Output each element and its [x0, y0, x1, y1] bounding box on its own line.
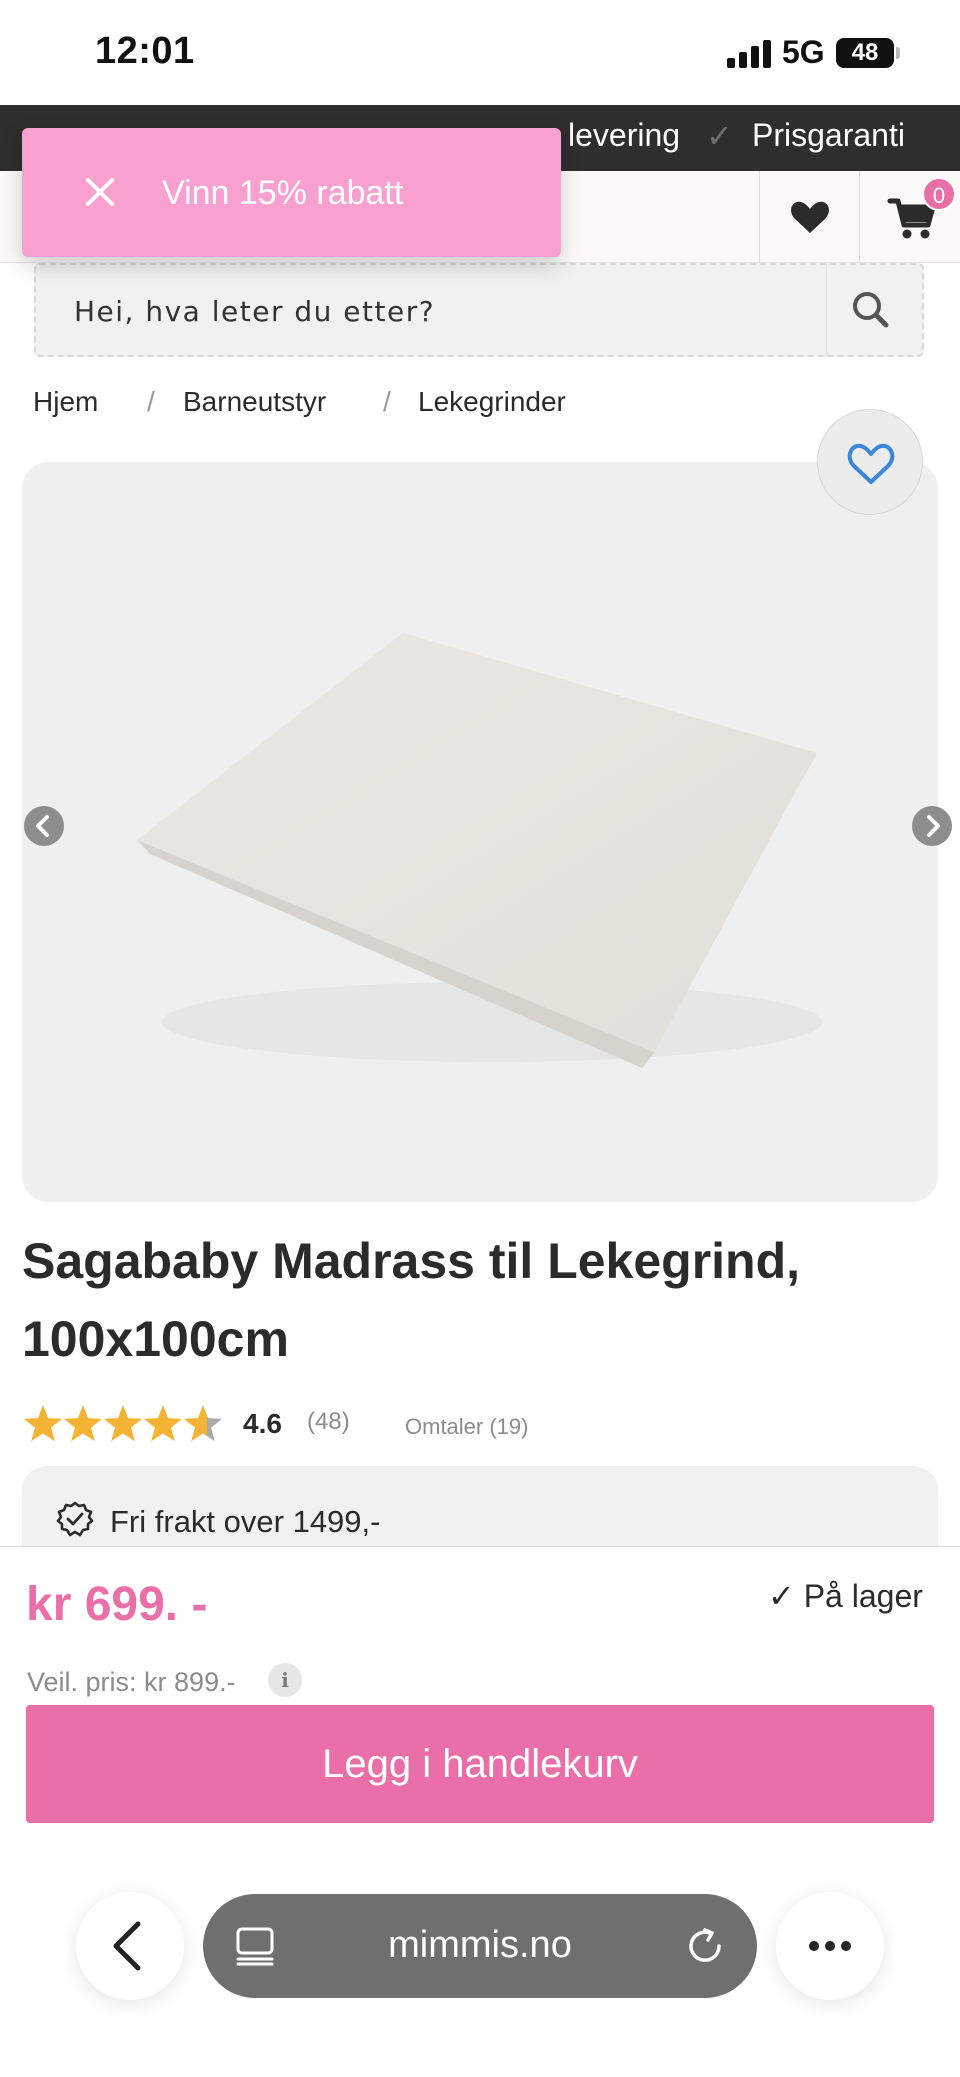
- search-input[interactable]: [74, 289, 834, 333]
- breadcrumb-item-playpens[interactable]: Lekegrinder: [418, 386, 566, 418]
- search-icon: [853, 292, 889, 328]
- next-image-button[interactable]: [912, 806, 952, 846]
- close-icon: [86, 178, 114, 206]
- breadcrumb-item-baby-gear[interactable]: Barneutstyr: [183, 386, 326, 418]
- star-icon: [63, 1405, 103, 1442]
- info-icon[interactable]: i: [268, 1663, 302, 1697]
- check-icon: ✓: [706, 118, 733, 154]
- product-title: Sagababy Madrass til Lekegrind, 100x100c…: [22, 1222, 922, 1378]
- back-icon: [113, 1921, 141, 1971]
- cart-count-badge: 0: [922, 177, 956, 211]
- address-bar[interactable]: mimmis.no: [203, 1894, 757, 1998]
- battery-icon: 48: [836, 38, 894, 68]
- recommended-price: Veil. pris: kr 899.-: [27, 1667, 236, 1697]
- reload-icon[interactable]: [683, 1924, 727, 1968]
- back-button[interactable]: [76, 1892, 184, 2000]
- star-icon: [183, 1405, 223, 1442]
- badge-check-icon: [56, 1501, 94, 1537]
- chevron-left-icon: [36, 815, 49, 837]
- network-label: 5G: [782, 34, 825, 70]
- search-button[interactable]: [848, 287, 894, 333]
- wishlist-button[interactable]: [760, 171, 860, 263]
- url-text[interactable]: mimmis.no: [203, 1924, 757, 1967]
- price: kr 699. -: [26, 1578, 208, 1631]
- battery-nub: [896, 47, 900, 59]
- heart-icon: [791, 201, 829, 233]
- search-bar: [34, 263, 924, 357]
- discount-popup[interactable]: Vinn 15% rabatt: [22, 128, 561, 257]
- more-button[interactable]: [776, 1892, 884, 2000]
- heart-outline-icon: [847, 443, 895, 484]
- chevron-right-icon: [927, 815, 940, 837]
- product-title-line: Sagababy Madrass til Lekegrind,: [22, 1233, 801, 1289]
- usp-item-delivery: levering: [568, 117, 681, 153]
- status-bar: 12:01 5G 48: [0, 0, 960, 105]
- breadcrumb-separator: /: [147, 386, 155, 417]
- promo-text[interactable]: Vinn 15% rabatt: [162, 174, 403, 213]
- breadcrumb-item-home[interactable]: Hjem: [33, 386, 98, 418]
- search-divider: [826, 265, 827, 355]
- rating-count: (48): [307, 1408, 350, 1435]
- more-icon: [809, 1941, 851, 1951]
- product-image: [137, 631, 822, 1068]
- browser-toolbar: mimmis.no: [0, 1860, 960, 2077]
- product-image-gallery[interactable]: [22, 462, 938, 1202]
- battery-level: 48: [851, 39, 879, 66]
- star-rating[interactable]: [22, 1402, 226, 1446]
- product-title-line: 100x100cm: [22, 1311, 289, 1367]
- previous-image-button[interactable]: [24, 806, 64, 846]
- reviews-link[interactable]: Omtaler (19): [405, 1414, 528, 1440]
- rating-value: 4.6: [243, 1408, 282, 1439]
- star-icon: [103, 1405, 143, 1442]
- close-button[interactable]: [72, 164, 128, 220]
- star-icon: [143, 1405, 183, 1442]
- shipping-note: Fri frakt over 1499,-: [110, 1504, 381, 1539]
- status-time: 12:01: [95, 30, 195, 72]
- favorite-button[interactable]: [817, 409, 923, 515]
- signal-icon: [727, 40, 771, 68]
- usp-item-price-guarantee: Prisgaranti: [752, 117, 905, 153]
- star-icon: [23, 1405, 63, 1442]
- breadcrumb-separator: /: [383, 386, 391, 417]
- stock-status: ✓ På lager: [768, 1578, 923, 1614]
- add-to-cart-button[interactable]: Legg i handlekurv: [26, 1705, 934, 1823]
